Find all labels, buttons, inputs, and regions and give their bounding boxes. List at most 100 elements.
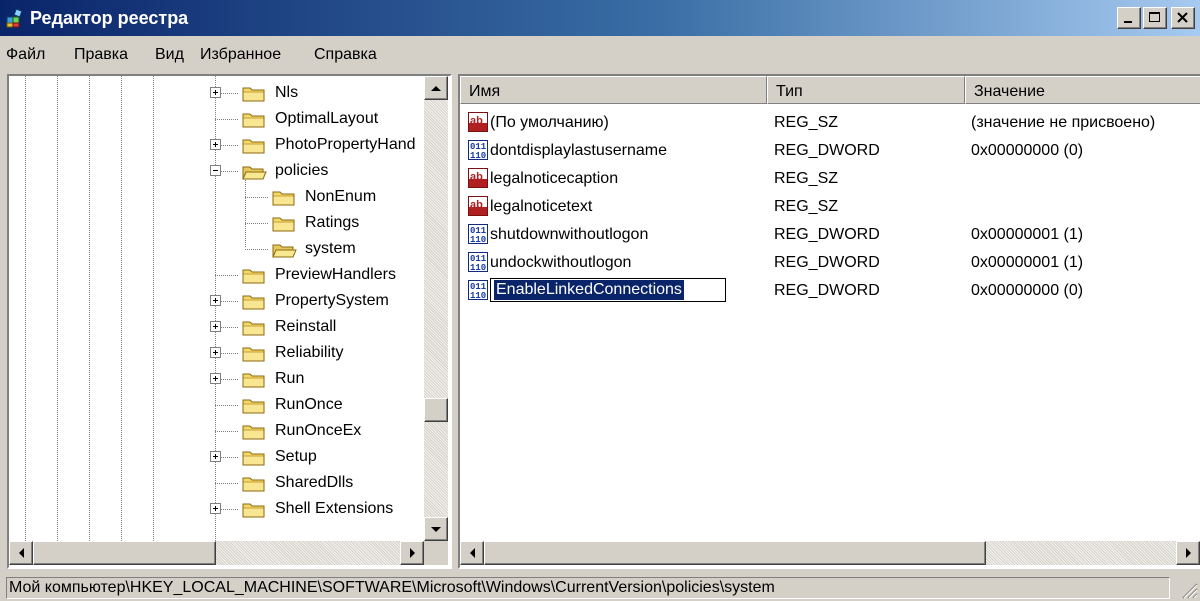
tree-item-label: policies [275,162,329,179]
tree-connector [215,483,239,484]
value-type: REG_SZ [774,198,839,215]
tree-item-label: system [305,240,356,257]
tree-item-shell-extensions[interactable]: Shell Extensions [9,496,424,522]
string-value-icon: ab [468,196,488,216]
value-row[interactable]: ab legalnoticecaption REG_SZ [460,165,1200,193]
title-bar[interactable]: Редактор реестра [0,0,1200,36]
expand-button[interactable] [210,451,221,462]
tree-item-ratings[interactable]: Ratings [9,210,424,236]
menu-file[interactable]: Файл [6,45,45,65]
maximize-button[interactable] [1143,7,1167,29]
minimize-button[interactable] [1117,7,1141,29]
binary-value-icon: 011110 [468,252,488,272]
value-data: 0x00000001 (1) [971,226,1084,243]
folder-icon [242,399,265,414]
tree-connector [215,275,239,276]
column-header-name[interactable]: Имя [460,76,767,104]
tree-item-shareddlls[interactable]: SharedDlls [9,470,424,496]
expand-button[interactable] [210,373,221,384]
tree-vertical-scroll-thumb[interactable] [424,398,448,422]
values-list-pane[interactable]: Имя Тип Значение ab (По умолчанию) REG_SZ (… [458,74,1200,569]
tree-item-label: NonEnum [305,188,377,205]
tree-horizontal-scroll-thumb[interactable] [33,541,216,565]
svg-text:ab: ab [470,115,483,127]
tree-item-label: RunOnceEx [275,422,362,439]
column-header-value[interactable]: Значение [965,76,1200,104]
tree-item-label: Reinstall [275,318,337,335]
tree-item-nonenum[interactable]: NonEnum [9,184,424,210]
tree-vertical-scrollbar[interactable] [424,76,448,541]
folder-icon [272,191,295,206]
value-row[interactable]: 011 110 undockwithoutlogon REG_DWORD 0x00000… [460,249,1200,277]
list-scroll-left-button[interactable] [460,541,484,565]
folder-icon [242,295,265,310]
tree-item-propertysystem[interactable]: PropertySystem [9,288,424,314]
rename-input[interactable]: EnableLinkedConnections [490,278,726,302]
resize-grip-icon[interactable] [1178,579,1198,599]
tree-item-label: Nls [275,84,299,101]
expand-button[interactable] [210,347,221,358]
plus-icon [213,324,218,329]
plus-icon [213,376,218,381]
list-horizontal-scroll-thumb[interactable] [484,541,986,565]
value-data: 0x00000001 (1) [971,254,1084,271]
column-header-type[interactable]: Тип [767,76,965,104]
list-scroll-right-button[interactable] [1176,541,1200,565]
menu-edit[interactable]: Правка [74,45,128,65]
key-tree: Nls OptimalLayout PhotoPropertyHand policie… [9,76,424,541]
tree-item-reliability[interactable]: Reliability [9,340,424,366]
tree-item-previewhandlers[interactable]: PreviewHandlers [9,262,424,288]
tree-item-photopropertyhand[interactable]: PhotoPropertyHand [9,132,424,158]
expand-button[interactable] [210,321,221,332]
expand-button[interactable] [210,87,221,98]
value-type: REG_DWORD [774,226,880,243]
collapse-button[interactable] [210,165,221,176]
tree-item-reinstall[interactable]: Reinstall [9,314,424,340]
tree-item-system[interactable]: system [9,236,424,262]
close-button[interactable] [1171,7,1195,29]
expand-button[interactable] [210,295,221,306]
tree-item-label: Reliability [275,344,344,361]
tree-scroll-left-button[interactable] [9,541,33,565]
svg-text:ab: ab [470,199,483,211]
tree-item-optimallayout[interactable]: OptimalLayout [9,106,424,132]
value-row[interactable]: ab (По умолчанию) REG_SZ (значение не присв… [460,109,1200,137]
tree-item-nls[interactable]: Nls [9,80,424,106]
value-row[interactable]: 011 110 EnableLinkedConnections REG_DWORD 0x… [460,277,1200,305]
tree-item-setup[interactable]: Setup [9,444,424,470]
arrow-up-icon [431,86,441,91]
value-row[interactable]: ab legalnoticetext REG_SZ [460,193,1200,221]
value-data: (значение не присвоено) [971,114,1156,131]
svg-text:ab: ab [470,171,483,183]
tree-item-policies[interactable]: policies [9,158,424,184]
value-type: REG_DWORD [774,142,880,159]
tree-item-run[interactable]: Run [9,366,424,392]
tree-connector [215,405,239,406]
arrow-right-icon [1186,548,1191,558]
tree-connector [245,249,269,250]
tree-connector [215,119,239,120]
plus-icon [213,506,218,511]
tree-scroll-up-button[interactable] [424,76,448,100]
key-tree-pane[interactable]: Nls OptimalLayout PhotoPropertyHand policie… [7,74,452,569]
menu-favorites[interactable]: Избранное [200,45,281,65]
tree-connector [245,223,269,224]
menu-bar: Файл Правка Вид Избранное Справка [0,36,1200,72]
folder-icon [242,139,265,154]
expand-button[interactable] [210,139,221,150]
tree-item-runonceex[interactable]: RunOnceEx [9,418,424,444]
value-name: (По умолчанию) [490,114,609,131]
tree-scroll-down-button[interactable] [424,517,448,541]
binary-value-icon: 011110 [468,280,488,300]
value-data: 0x00000000 (0) [971,282,1084,299]
value-name: shutdownwithoutlogon [490,226,649,243]
binary-value-icon: 011110 [468,140,488,160]
expand-button[interactable] [210,503,221,514]
menu-view[interactable]: Вид [155,45,184,65]
tree-item-runonce[interactable]: RunOnce [9,392,424,418]
value-row[interactable]: 011 110 dontdisplaylastusername REG_DWORD 0x… [460,137,1200,165]
value-row[interactable]: 011 110 shutdownwithoutlogon REG_DWORD 0x000… [460,221,1200,249]
tree-scroll-right-button[interactable] [400,541,424,565]
menu-help[interactable]: Справка [314,45,377,65]
value-name: legalnoticecaption [490,170,619,187]
